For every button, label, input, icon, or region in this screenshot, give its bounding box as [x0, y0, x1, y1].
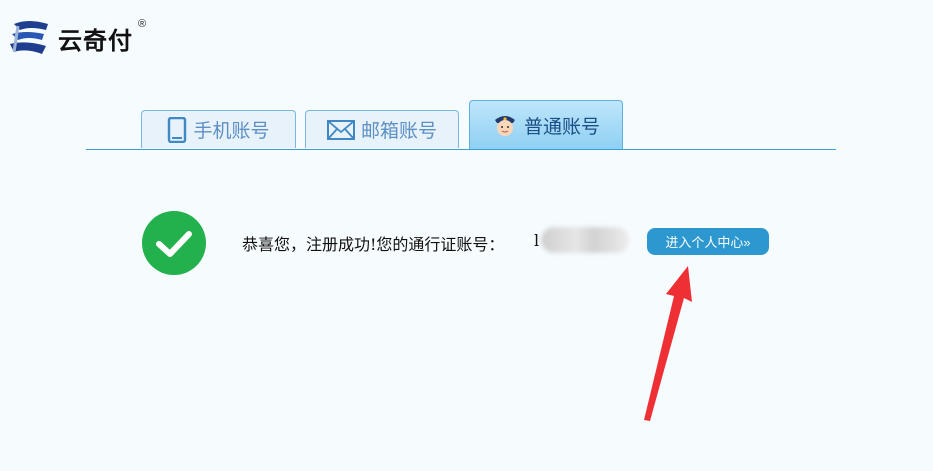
account-number: l	[534, 231, 540, 250]
tab-normal-account[interactable]: 普通账号	[469, 100, 623, 149]
enter-personal-center-button[interactable]: 进入个人中心»	[647, 228, 769, 255]
brand-logo: 云奇付 ®	[8, 18, 146, 58]
tab-mail-account[interactable]: 邮箱账号	[305, 110, 459, 148]
success-message: 恭喜您，注册成功!您的通行证账号：	[242, 235, 505, 254]
registered-mark: ®	[138, 18, 147, 30]
brand-logo-icon	[10, 21, 48, 54]
check-circle-icon	[142, 211, 206, 275]
tab-mail-label: 邮箱账号	[360, 121, 437, 142]
tab-phone-label: 手机账号	[193, 121, 270, 142]
account-type-tabs: 手机账号 邮箱账号 普通账号	[86, 100, 836, 150]
police-avatar-icon	[492, 112, 518, 138]
phone-icon	[167, 116, 187, 143]
account-number-redaction	[541, 227, 629, 253]
tab-phone-account[interactable]: 手机账号	[141, 110, 296, 148]
mail-icon	[326, 119, 355, 140]
brand-name: 云奇付	[58, 27, 133, 55]
annotation-arrow-icon	[644, 266, 692, 421]
tab-normal-label: 普通账号	[523, 116, 600, 138]
